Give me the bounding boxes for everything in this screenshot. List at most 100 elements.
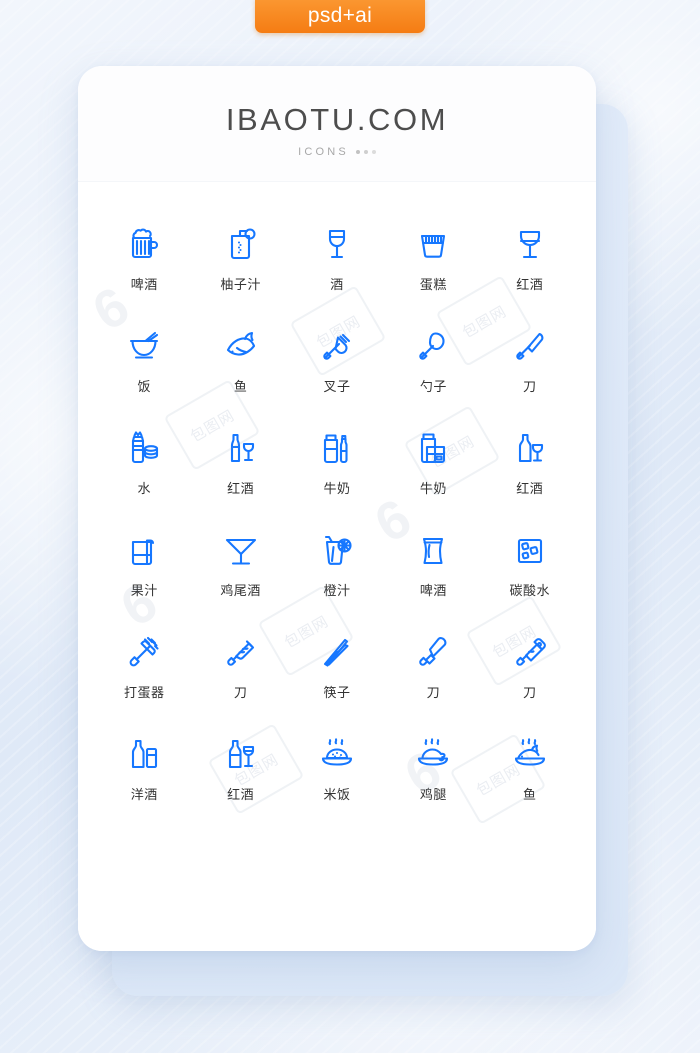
water-bottle-cups-icon: [120, 424, 168, 472]
icon-cell[interactable]: 刀: [192, 628, 288, 700]
icon-label: 筷子: [323, 686, 351, 701]
icon-cell[interactable]: 鸡腿: [385, 730, 481, 802]
icon-cell[interactable]: 米饭: [289, 730, 385, 802]
icon-cell[interactable]: 打蛋器: [96, 628, 192, 700]
icon-cell[interactable]: 红酒: [192, 424, 288, 496]
icon-grid-panel: 啤酒 柚子汁 酒 蛋糕 红酒 饭 鱼 叉子 勺子 刀 水 红酒 牛奶 牛奶 红酒…: [78, 181, 596, 951]
icon-label: 刀: [523, 380, 537, 395]
icon-cell[interactable]: 酒: [289, 220, 385, 292]
beer-pint-glass-icon: [409, 526, 457, 574]
icon-label: 饭: [137, 380, 151, 395]
icon-cell[interactable]: 蛋糕: [385, 220, 481, 292]
card-subtitle-label: ICONS: [298, 146, 349, 158]
beer-mug-icon: [120, 220, 168, 268]
orange-juice-glass-icon: [313, 526, 361, 574]
wine-goblet-icon: [313, 220, 361, 268]
icon-label: 碳酸水: [509, 584, 551, 599]
format-badge-label: psd+ai: [307, 3, 373, 27]
icon-cell[interactable]: 水: [96, 424, 192, 496]
icon-cell[interactable]: 牛奶: [289, 424, 385, 496]
icon-label: 牛奶: [419, 482, 447, 497]
red-wine-glass-icon: [506, 220, 554, 268]
dots-icon: [355, 150, 376, 154]
icon-label: 牛奶: [323, 482, 351, 497]
icon-label: 红酒: [516, 482, 544, 497]
icon-label: 酒: [330, 278, 344, 293]
steamed-rice-plate-icon: [313, 730, 361, 778]
page-background: psd+ai IBAOTU.COM ICONS 啤酒 柚子汁 酒 蛋糕 红酒 饭…: [0, 0, 700, 1053]
soda-water-ice-icon: [506, 526, 554, 574]
icon-label: 红酒: [227, 788, 255, 803]
icon-label: 红酒: [227, 482, 255, 497]
icon-cell[interactable]: 碳酸水: [482, 526, 578, 598]
fork-icon: [313, 322, 361, 370]
icon-label: 橙汁: [323, 584, 351, 599]
cocktail-martini-icon: [217, 526, 265, 574]
icon-label: 水: [137, 482, 151, 497]
juice-box-straw-icon: [120, 526, 168, 574]
icon-label: 勺子: [419, 380, 447, 395]
chicken-leg-plate-icon: [409, 730, 457, 778]
icon-cell[interactable]: 红酒: [192, 730, 288, 802]
milk-bottles-icon: [313, 424, 361, 472]
icon-label: 红酒: [516, 278, 544, 293]
icon-cell[interactable]: 鱼: [192, 322, 288, 394]
icon-cell[interactable]: 果汁: [96, 526, 192, 598]
steamed-fish-plate-icon: [506, 730, 554, 778]
icon-grid: 啤酒 柚子汁 酒 蛋糕 红酒 饭 鱼 叉子 勺子 刀 水 红酒 牛奶 牛奶 红酒…: [78, 182, 596, 802]
wine-bottle-glass-icon: [217, 424, 265, 472]
format-badge: psd+ai: [255, 0, 425, 33]
icon-label: 鱼: [523, 788, 537, 803]
card-header: IBAOTU.COM ICONS: [78, 66, 596, 181]
icon-cell[interactable]: 勺子: [385, 322, 481, 394]
icon-cell[interactable]: 柚子汁: [192, 220, 288, 292]
icon-label: 鱼: [233, 380, 248, 395]
card-subtitle: ICONS: [78, 146, 596, 158]
rice-bowl-chopsticks-icon: [120, 322, 168, 370]
icon-label: 柚子汁: [220, 278, 261, 293]
icon-label: 刀: [233, 686, 248, 701]
icon-label: 蛋糕: [419, 278, 447, 293]
milk-carton-icon: [409, 424, 457, 472]
spoon-icon: [409, 322, 457, 370]
chef-knife-icon: [409, 628, 457, 676]
icon-cell[interactable]: 鱼: [482, 730, 578, 802]
wine-bottle-wineglass-icon: [217, 730, 265, 778]
icon-cell[interactable]: 橙汁: [289, 526, 385, 598]
icon-label: 叉子: [323, 380, 351, 395]
cleaver-icon: [506, 628, 554, 676]
icon-label: 啤酒: [130, 278, 158, 293]
icon-label: 洋酒: [130, 788, 158, 803]
liquor-bottle-goblet-icon: [506, 424, 554, 472]
icon-cell[interactable]: 啤酒: [96, 220, 192, 292]
cake-cup-icon: [409, 220, 457, 268]
icon-cell[interactable]: 刀: [482, 628, 578, 700]
knife-icon: [506, 322, 554, 370]
icon-cell[interactable]: 筷子: [289, 628, 385, 700]
icon-label: 打蛋器: [123, 686, 165, 701]
icon-label: 刀: [523, 686, 537, 701]
icon-cell[interactable]: 牛奶: [385, 424, 481, 496]
icon-label: 刀: [426, 686, 441, 701]
icon-label: 果汁: [130, 584, 158, 599]
icon-set-card: IBAOTU.COM ICONS 啤酒 柚子汁 酒 蛋糕 红酒 饭 鱼 叉子 勺…: [78, 66, 596, 951]
fish-icon: [217, 322, 265, 370]
icon-cell[interactable]: 鸡尾酒: [192, 526, 288, 598]
icon-cell[interactable]: 叉子: [289, 322, 385, 394]
icon-cell[interactable]: 饭: [96, 322, 192, 394]
serrated-knife-icon: [217, 628, 265, 676]
page-title: IBAOTU.COM: [225, 102, 449, 137]
icon-label: 啤酒: [419, 584, 447, 599]
pomelo-juice-glass-icon: [217, 220, 265, 268]
chopsticks-icon: [313, 628, 361, 676]
icon-label: 鸡尾酒: [220, 584, 261, 599]
icon-cell[interactable]: 红酒: [482, 424, 578, 496]
icon-label: 鸡腿: [419, 788, 447, 803]
icon-cell[interactable]: 刀: [385, 628, 481, 700]
icon-cell[interactable]: 洋酒: [96, 730, 192, 802]
icon-label: 米饭: [323, 788, 351, 803]
icon-cell[interactable]: 啤酒: [385, 526, 481, 598]
icon-cell[interactable]: 刀: [482, 322, 578, 394]
icon-cell[interactable]: 红酒: [482, 220, 578, 292]
egg-whisk-icon: [120, 628, 168, 676]
